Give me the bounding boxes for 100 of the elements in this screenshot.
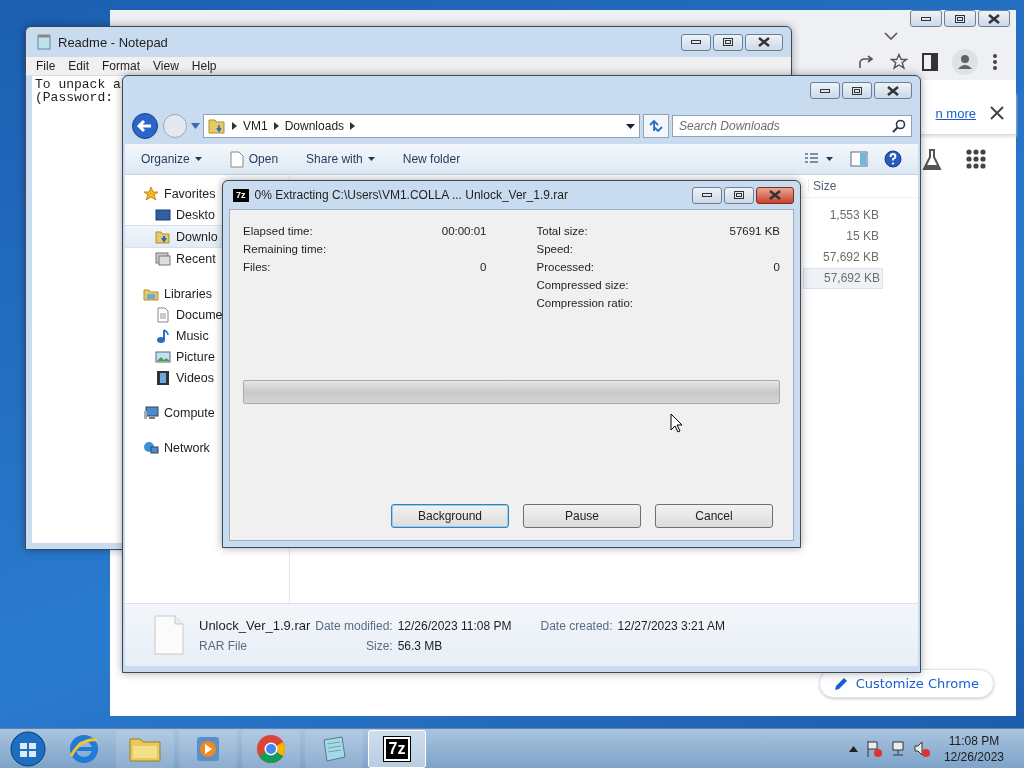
minimize-button[interactable] <box>810 82 840 99</box>
chevron-right-icon[interactable] <box>350 122 356 130</box>
minimize-icon <box>691 39 701 45</box>
minimize-button[interactable] <box>681 33 711 51</box>
minimize-button[interactable] <box>910 10 942 27</box>
play-icon <box>194 734 222 763</box>
chevron-right-icon[interactable] <box>273 122 279 130</box>
avatar-icon[interactable] <box>952 49 978 75</box>
caret-down-icon <box>367 157 375 161</box>
size-cell[interactable]: 57,692 KB <box>803 268 883 289</box>
flask-icon[interactable] <box>922 149 942 171</box>
taskbar-app[interactable]: 7z <box>368 729 426 768</box>
size-cell[interactable]: 57,692 KB <box>803 248 881 267</box>
side-panel-icon[interactable] <box>922 53 938 71</box>
dialog-button[interactable]: Background <box>391 504 509 528</box>
chevron-down-icon[interactable] <box>884 32 898 40</box>
window-title: 0% Extracting C:\Users\VM1.COLLA ... Unlock_Ver_1.9.rar <box>254 188 569 202</box>
stat-label: Processed: <box>536 261 595 273</box>
apps-grid-icon[interactable] <box>966 149 986 169</box>
search-icon[interactable] <box>892 119 906 133</box>
picture-icon <box>155 348 171 365</box>
mouse-cursor-icon <box>670 413 683 433</box>
close-icon[interactable] <box>990 106 1004 120</box>
browser-e-icon <box>69 733 99 764</box>
file-icon <box>153 615 185 655</box>
file-type: RAR File <box>199 638 248 653</box>
menu-item[interactable]: Format <box>102 59 141 73</box>
share-icon[interactable] <box>858 54 876 70</box>
close-icon <box>758 37 770 47</box>
address-bar[interactable]: VM1 Downloads <box>203 114 640 138</box>
column-header[interactable]: Size <box>808 179 893 193</box>
stat-value: 0 <box>480 261 487 273</box>
menu-icon[interactable] <box>992 53 998 71</box>
text-line: (Password: <box>35 91 113 104</box>
field-label: Date created: <box>540 618 613 633</box>
maximize-button[interactable] <box>724 186 754 204</box>
video-icon <box>155 369 171 386</box>
close-icon <box>769 190 781 200</box>
close-button[interactable] <box>874 82 912 99</box>
maximize-button[interactable] <box>944 10 976 27</box>
breadcrumb-item[interactable]: Downloads <box>284 119 345 133</box>
size-cell[interactable]: 15 KB <box>803 227 881 246</box>
maximize-icon <box>734 191 744 199</box>
dropdown-icon[interactable] <box>626 123 635 129</box>
toolbar-button[interactable]: Organize <box>141 152 202 166</box>
chevron-right-icon[interactable] <box>232 122 237 130</box>
muted-speaker-icon[interactable] <box>913 739 930 758</box>
app-logo: 7z <box>383 736 411 761</box>
view-list-icon[interactable] <box>804 153 834 165</box>
maximize-button[interactable] <box>842 82 872 99</box>
chrome-icon <box>256 733 286 764</box>
dialog-button[interactable]: Pause <box>523 504 641 528</box>
dialog-button[interactable]: Cancel <box>655 504 773 528</box>
toolbar-button[interactable]: Open <box>229 150 279 168</box>
clock-time[interactable]: 11:08 PM <box>948 733 1000 748</box>
customize-chrome-button[interactable]: Customize Chrome <box>818 669 994 698</box>
back-icon[interactable] <box>131 112 159 140</box>
caret-up-icon[interactable] <box>848 745 858 752</box>
window-title: Readme - Notepad <box>58 34 169 50</box>
close-button[interactable] <box>745 33 783 51</box>
refresh-button[interactable] <box>643 114 669 138</box>
notepad-icon <box>36 34 52 50</box>
menu-item[interactable]: View <box>153 59 179 73</box>
star-icon[interactable] <box>890 53 908 71</box>
star-icon <box>143 185 159 202</box>
maximize-icon <box>723 38 733 46</box>
search-field[interactable]: Search Downloads <box>672 115 912 137</box>
computer-icon <box>143 404 159 421</box>
toolbar-button[interactable]: Share with <box>306 152 375 166</box>
minimize-icon <box>921 15 931 22</box>
downloads-icon <box>155 228 171 245</box>
stat-label: Compressed size: <box>536 279 629 291</box>
field-value: 12/26/2023 11:08 PM <box>397 618 512 633</box>
stat-label: Total size: <box>536 225 588 237</box>
menu-item[interactable]: Help <box>191 59 217 73</box>
menu-item[interactable]: File <box>36 59 56 73</box>
refresh-icon <box>648 119 664 133</box>
clock-date[interactable]: 12/26/2023 <box>943 749 1004 764</box>
flag-icon[interactable] <box>865 739 882 758</box>
recent-icon <box>155 250 171 267</box>
minimize-icon <box>702 192 712 198</box>
network-icon[interactable] <box>889 739 906 758</box>
field-label: Date modified: <box>315 618 393 633</box>
close-button[interactable] <box>978 10 1010 27</box>
close-button[interactable] <box>756 186 794 204</box>
toolbar-button[interactable]: New folder <box>402 152 461 166</box>
maximize-button[interactable] <box>713 33 743 51</box>
stat-value: 00:00:01 <box>441 225 487 237</box>
caret-down-icon <box>194 157 202 161</box>
size-cell[interactable]: 1,553 KB <box>803 206 881 225</box>
taskbar-app[interactable] <box>242 729 300 768</box>
app-logo: 7z <box>233 188 249 202</box>
pencil-icon <box>833 676 848 691</box>
minimize-button[interactable] <box>692 186 722 204</box>
breadcrumb-item[interactable]: VM1 <box>243 119 268 133</box>
menu-item[interactable]: Edit <box>68 59 90 73</box>
stat-value: 0 <box>773 261 780 273</box>
help-icon[interactable] <box>884 150 902 168</box>
field-value: 56.3 MB <box>397 638 444 653</box>
learn-more-link[interactable]: n more <box>935 105 976 121</box>
